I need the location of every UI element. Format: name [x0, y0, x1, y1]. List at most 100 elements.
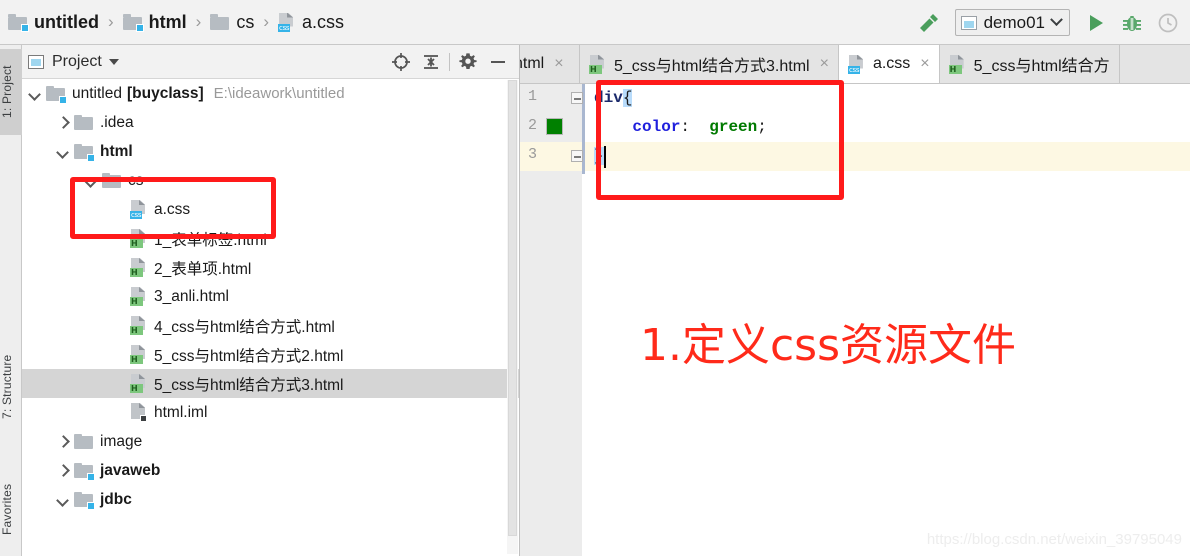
build-button[interactable]	[911, 5, 947, 41]
tree-row-image[interactable]: image	[22, 427, 519, 456]
color-swatch-icon[interactable]	[546, 118, 563, 135]
chevron-right-icon[interactable]	[56, 435, 70, 449]
tree-row-jdbc[interactable]: jdbc	[22, 485, 519, 514]
breadcrumb-item-untitled[interactable]: untitled	[8, 12, 99, 33]
breadcrumb-separator: ›	[263, 12, 270, 31]
tree-row-file[interactable]: H 4_css与html结合方式.html	[22, 311, 519, 340]
chevron-down-icon[interactable]	[56, 493, 70, 507]
html-file-icon: H	[948, 54, 967, 74]
tool-tab-project[interactable]: 1: Project	[0, 49, 22, 135]
tree-row-javaweb[interactable]: javaweb	[22, 456, 519, 485]
breadcrumb-item-acss[interactable]: css a.css	[278, 12, 344, 33]
tool-tab-structure[interactable]: 7: Structure	[0, 335, 22, 439]
chevron-down-icon[interactable]	[56, 145, 70, 159]
code-token-value: green	[709, 118, 758, 136]
tree-row-label: html.iml	[154, 403, 208, 421]
tree-row-label: 3_anli.html	[154, 287, 229, 305]
text-caret	[603, 146, 606, 168]
top-toolbar: untitled › html › cs › css a.css demo01	[0, 0, 1190, 45]
editor-tab-label: ntml	[520, 55, 545, 72]
breadcrumb: untitled › html › cs › css a.css	[0, 12, 344, 33]
html-file-icon: H	[589, 54, 607, 74]
tree-row-html-iml[interactable]: html.iml	[22, 398, 519, 427]
tree-row-a-css[interactable]: css a.css	[22, 195, 519, 224]
module-folder-icon	[122, 14, 144, 32]
run-config-label: demo01	[983, 12, 1045, 32]
run-button[interactable]	[1078, 5, 1114, 41]
module-folder-icon	[74, 143, 95, 162]
run-play-icon	[1090, 14, 1103, 31]
debug-button[interactable]	[1114, 5, 1150, 41]
html-file-icon: H	[130, 229, 148, 248]
tree-row-file[interactable]: H 5_css与html结合方式2.html	[22, 340, 519, 369]
gutter-line-2: 2	[520, 113, 582, 142]
tree-row-label: .idea	[100, 113, 134, 131]
close-icon[interactable]: ×	[820, 56, 829, 72]
project-tree-scrollbar[interactable]	[507, 80, 518, 554]
chevron-right-icon[interactable]	[56, 464, 70, 478]
chevron-down-icon[interactable]	[28, 87, 42, 101]
project-panel: Project untitled [buyclass] E:\ideawork\…	[22, 45, 520, 556]
folder-icon	[102, 172, 122, 189]
project-panel-header: Project	[22, 45, 519, 79]
locate-target-icon[interactable]	[386, 47, 416, 77]
breadcrumb-label: a.css	[302, 11, 345, 32]
tree-row-cs[interactable]: cs	[22, 166, 519, 195]
code-token-semicolon: ;	[757, 118, 767, 136]
tree-row-label: untitled	[72, 84, 122, 102]
editor-tab-clipped-right[interactable]: H 5_css与html结合方	[940, 45, 1120, 83]
caret-down-icon[interactable]	[108, 58, 119, 65]
line-number: 3	[528, 146, 538, 163]
tree-row-file-selected[interactable]: H 5_css与html结合方式3.html	[22, 369, 519, 398]
profiler-button[interactable]	[1150, 5, 1186, 41]
collapse-all-icon[interactable]	[416, 47, 446, 77]
tree-row-html[interactable]: html	[22, 137, 519, 166]
chevron-down-icon[interactable]	[84, 174, 98, 188]
tree-row-label: jdbc	[100, 490, 132, 508]
code-token-element: div	[594, 89, 623, 107]
module-folder-icon	[46, 85, 67, 104]
editor-area: ntml × H 5_css与html结合方式3.html × css a.cs…	[520, 45, 1190, 556]
code-token-brace: }	[594, 147, 604, 165]
editor-tab-acss[interactable]: css a.css ×	[838, 45, 940, 83]
scrollbar-thumb[interactable]	[508, 80, 517, 536]
run-configuration-selector[interactable]: demo01	[954, 9, 1070, 36]
settings-gear-icon[interactable]	[453, 47, 483, 77]
html-file-icon: H	[130, 258, 148, 277]
chevron-down-icon[interactable]	[1050, 13, 1063, 27]
toolbar-actions: demo01	[911, 0, 1190, 45]
tree-row-label: 2_表单项.html	[154, 260, 252, 278]
tree-row-file[interactable]: H 2_表单项.html	[22, 253, 519, 282]
hide-minimize-icon[interactable]	[483, 47, 513, 77]
tree-row-module-tag: [buyclass]	[126, 84, 204, 102]
project-tree[interactable]: untitled [buyclass] E:\ideawork\untitled…	[22, 79, 519, 556]
tree-row-label: 4_css与html结合方式.html	[154, 318, 335, 336]
folder-icon	[74, 433, 94, 450]
close-icon[interactable]: ×	[554, 56, 563, 72]
tool-tab-label: Favorites	[0, 483, 14, 535]
chevron-right-icon[interactable]	[56, 116, 70, 130]
tree-row-untitled[interactable]: untitled [buyclass] E:\ideawork\untitled	[22, 79, 519, 108]
editor-tab-clipped[interactable]: ntml ×	[520, 45, 580, 83]
tree-row-file[interactable]: H 1_表单标签.html	[22, 224, 519, 253]
breadcrumb-item-cs[interactable]: cs	[210, 12, 254, 33]
tree-row-label: cs	[128, 171, 144, 189]
css-file-icon: css	[130, 200, 148, 219]
editor-tab-label: 5_css与html结合方式3.html	[614, 58, 810, 75]
close-icon[interactable]: ×	[920, 56, 929, 72]
tree-row-file[interactable]: H 3_anli.html	[22, 282, 519, 311]
code-token-property: color	[594, 118, 681, 136]
run-config-icon	[960, 15, 977, 30]
module-folder-icon	[8, 14, 29, 32]
tool-tab-favorites[interactable]: Favorites	[0, 465, 22, 553]
breadcrumb-label: untitled	[34, 11, 99, 32]
breadcrumb-separator: ›	[108, 12, 114, 31]
html-file-icon: H	[130, 345, 148, 364]
tree-row-idea[interactable]: .idea	[22, 108, 519, 137]
editor-tab-html3[interactable]: H 5_css与html结合方式3.html ×	[580, 45, 839, 83]
code-token-punct: :	[680, 118, 710, 136]
fold-collapse-icon[interactable]	[571, 92, 583, 104]
breadcrumb-item-html[interactable]: html	[122, 12, 187, 33]
fold-collapse-icon[interactable]	[571, 150, 583, 162]
code-line-3: }	[571, 142, 1190, 171]
